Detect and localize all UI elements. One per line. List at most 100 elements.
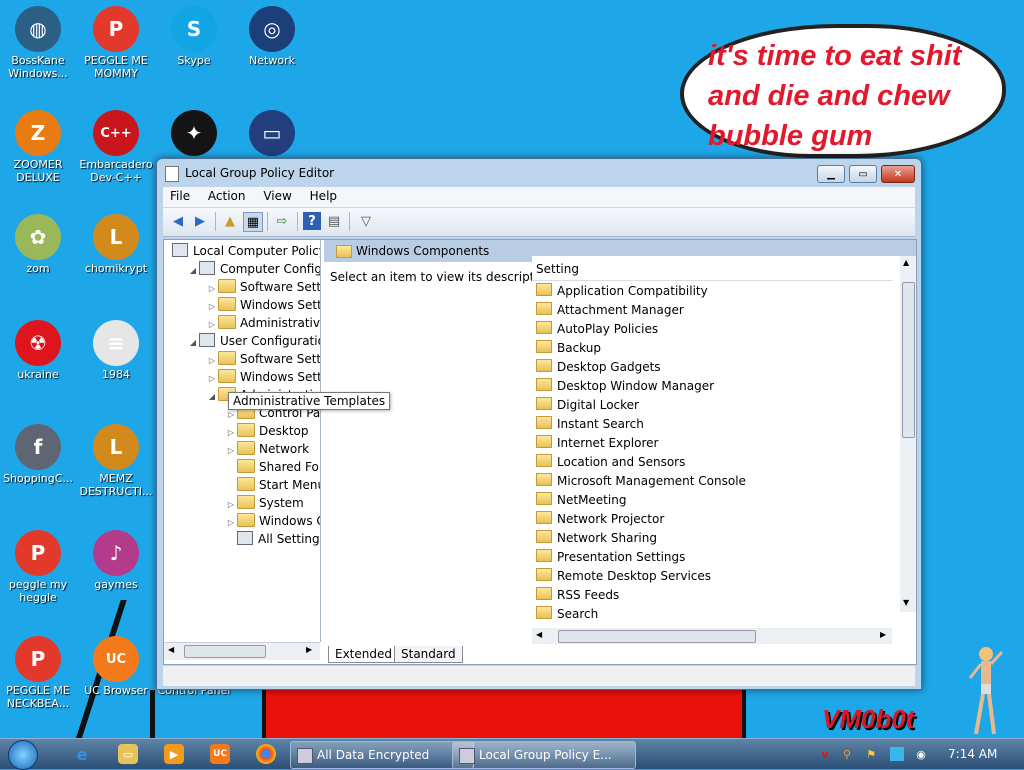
list-item[interactable]: Location and Sensors xyxy=(536,453,685,472)
desktop-icon[interactable]: ◎ Network xyxy=(234,6,310,67)
list-item[interactable]: NetMeeting xyxy=(536,491,626,510)
list-item[interactable]: AutoPlay Policies xyxy=(536,320,658,339)
tree-item[interactable]: ▷Software Settings xyxy=(206,350,320,368)
list-item[interactable]: Backup xyxy=(536,339,601,358)
tray-v-icon[interactable]: v xyxy=(818,747,832,761)
tree-item[interactable]: ◢ User Configuration xyxy=(187,332,320,352)
menu-help[interactable]: Help xyxy=(303,187,344,205)
task-group-policy-editor[interactable]: Local Group Policy E... xyxy=(452,741,636,769)
file-explorer-icon[interactable]: ▭ xyxy=(118,744,138,764)
tree-item[interactable]: Shared Folder xyxy=(225,458,320,476)
desktop-icon[interactable]: C++ Embarcadero Dev-C++ xyxy=(78,110,154,184)
help-icon[interactable]: ? xyxy=(303,212,321,230)
start-button[interactable] xyxy=(8,740,38,770)
tab-standard[interactable]: Standard xyxy=(394,646,463,663)
desktop-icon[interactable]: Ppeggle my heggle xyxy=(0,530,76,604)
list-horizontal-scrollbar[interactable]: ◀ ▶ xyxy=(532,628,892,644)
list-item[interactable]: Application Compatibility xyxy=(536,282,708,301)
export-list-icon[interactable]: ⇨ xyxy=(273,212,291,230)
group-policy-editor-window[interactable]: Local Group Policy Editor ▁ ▭ ✕ File Act… xyxy=(156,158,922,690)
tree-item[interactable]: ▷ System xyxy=(225,494,304,512)
scroll-left-arrow-icon[interactable]: ◀ xyxy=(168,645,174,654)
list-item[interactable]: Attachment Manager xyxy=(536,301,684,320)
scrollbar-thumb[interactable] xyxy=(558,630,756,643)
close-button[interactable]: ✕ xyxy=(881,165,915,183)
tray-speaker-icon[interactable]: ◉ xyxy=(914,747,928,761)
list-vertical-scrollbar[interactable]: ▲ ▼ xyxy=(900,256,916,612)
desktop-icon[interactable]: ✿ zom xyxy=(0,214,76,275)
tree-item[interactable]: ▷Software Settings xyxy=(206,278,320,296)
desktop-icon[interactable]: L MEMZ DESTRUCTI... xyxy=(78,424,154,498)
list-item[interactable]: Remote Desktop Services xyxy=(536,567,711,586)
show-hide-tree-icon[interactable]: ▦ xyxy=(243,212,263,232)
list-item[interactable]: Internet Explorer xyxy=(536,434,658,453)
desktop-icon[interactable]: ≡ 1984 xyxy=(78,320,154,381)
list-item[interactable]: RSS Feeds xyxy=(536,586,619,605)
desktop-icon[interactable]: S Skype xyxy=(156,6,232,67)
ucbrowser-taskbar-icon[interactable]: UC xyxy=(210,744,230,764)
maximize-button[interactable]: ▭ xyxy=(849,165,877,183)
menu-action[interactable]: Action xyxy=(201,187,253,205)
menu-file[interactable]: File xyxy=(163,187,197,205)
list-item[interactable]: Microsoft Management Console xyxy=(536,472,746,491)
desktop-icon[interactable]: ♪ gaymes xyxy=(78,530,154,591)
scroll-left-arrow-icon[interactable]: ◀ xyxy=(536,630,542,639)
desktop-icon[interactable]: ▭ xyxy=(234,110,310,158)
desktop-icon[interactable]: Z ZOOMER DELUXE xyxy=(0,110,76,184)
menu-view[interactable]: View xyxy=(256,187,298,205)
internet-explorer-icon[interactable]: e xyxy=(72,744,92,764)
tree-item[interactable]: Start Menu ar xyxy=(225,476,320,494)
collapse-arrow-icon[interactable]: ◢ xyxy=(187,262,199,280)
list-item[interactable]: Network Sharing xyxy=(536,529,657,548)
tray-flag-icon[interactable]: ⚑ xyxy=(864,747,878,761)
list-item[interactable]: Presentation Settings xyxy=(536,548,685,567)
desktop-icon[interactable]: ☢ ukraine xyxy=(0,320,76,381)
scrollbar-thumb[interactable] xyxy=(184,645,266,658)
desktop-icon[interactable]: P PEGGLE ME MOMMY xyxy=(78,6,154,80)
tree-item[interactable]: ▷Administrative Templates xyxy=(206,314,320,332)
tree-item[interactable]: ▷ Network xyxy=(225,440,309,458)
column-header-setting[interactable]: Setting xyxy=(532,256,892,281)
scrollbar-thumb[interactable] xyxy=(902,282,915,438)
tree-item[interactable]: ▷Windows Cor xyxy=(225,512,320,530)
desktop-icon[interactable]: P PEGGLE ME NECKBEA... xyxy=(0,636,76,710)
tree-item[interactable]: ▷ Desktop xyxy=(225,422,309,440)
list-item[interactable]: Desktop Gadgets xyxy=(536,358,661,377)
scroll-down-arrow-icon[interactable]: ▼ xyxy=(903,598,909,607)
minimize-button[interactable]: ▁ xyxy=(817,165,845,183)
chrome-icon[interactable] xyxy=(256,744,276,764)
scroll-right-arrow-icon[interactable]: ▶ xyxy=(306,645,312,654)
back-arrow-icon[interactable]: ◀ xyxy=(169,212,187,230)
tree-horizontal-scrollbar[interactable]: ◀ ▶ xyxy=(164,642,320,660)
tree-item[interactable]: All Settings xyxy=(225,530,320,548)
tray-search-icon[interactable]: ⚲ xyxy=(840,747,854,761)
collapse-arrow-icon[interactable]: ◢ xyxy=(187,334,199,352)
task-all-data-encrypted[interactable]: All Data Encrypted xyxy=(290,741,474,769)
media-player-icon[interactable]: ▶ xyxy=(164,744,184,764)
list-item[interactable]: Search xyxy=(536,605,598,624)
desktop-icon[interactable]: Lchomikrypt xyxy=(78,214,154,275)
tree-item[interactable]: ▷Windows Setting xyxy=(206,368,320,386)
list-item[interactable]: Digital Locker xyxy=(536,396,639,415)
desktop-icon[interactable]: ◍ BossKane Windows... xyxy=(0,6,76,80)
tab-extended[interactable]: Extended xyxy=(328,646,399,663)
list-item[interactable]: Network Projector xyxy=(536,510,664,529)
scroll-right-arrow-icon[interactable]: ▶ xyxy=(880,630,886,639)
tray-monitor-icon[interactable] xyxy=(890,747,904,761)
filter-icon[interactable]: ▽ xyxy=(357,212,375,230)
desktop-icon[interactable]: ✦ xyxy=(156,110,232,158)
settings-list[interactable]: Setting Application Compatibility Attachm… xyxy=(532,256,908,644)
clock[interactable]: 7:14 AM xyxy=(948,747,997,761)
tree-item[interactable]: ◢ Computer Configura xyxy=(187,260,320,280)
desktop-icon[interactable]: f ShoppingC... xyxy=(0,424,76,485)
forward-arrow-icon[interactable]: ▶ xyxy=(191,212,209,230)
title-bar[interactable]: Local Group Policy Editor ▁ ▭ ✕ xyxy=(157,159,921,187)
list-item[interactable]: Desktop Window Manager xyxy=(536,377,714,396)
up-folder-icon[interactable]: ▲ xyxy=(221,212,239,230)
collapse-arrow-icon[interactable]: ◢ xyxy=(206,388,218,406)
tree-item[interactable]: Local Computer Policy xyxy=(172,242,320,260)
desktop-icon[interactable]: UC UC Browser xyxy=(78,636,154,697)
tree-item[interactable]: ▷Windows Setting xyxy=(206,296,320,314)
policy-tree[interactable]: Local Computer Policy ◢ Computer Configura… xyxy=(164,240,321,642)
properties-icon[interactable]: ▤ xyxy=(325,212,343,230)
